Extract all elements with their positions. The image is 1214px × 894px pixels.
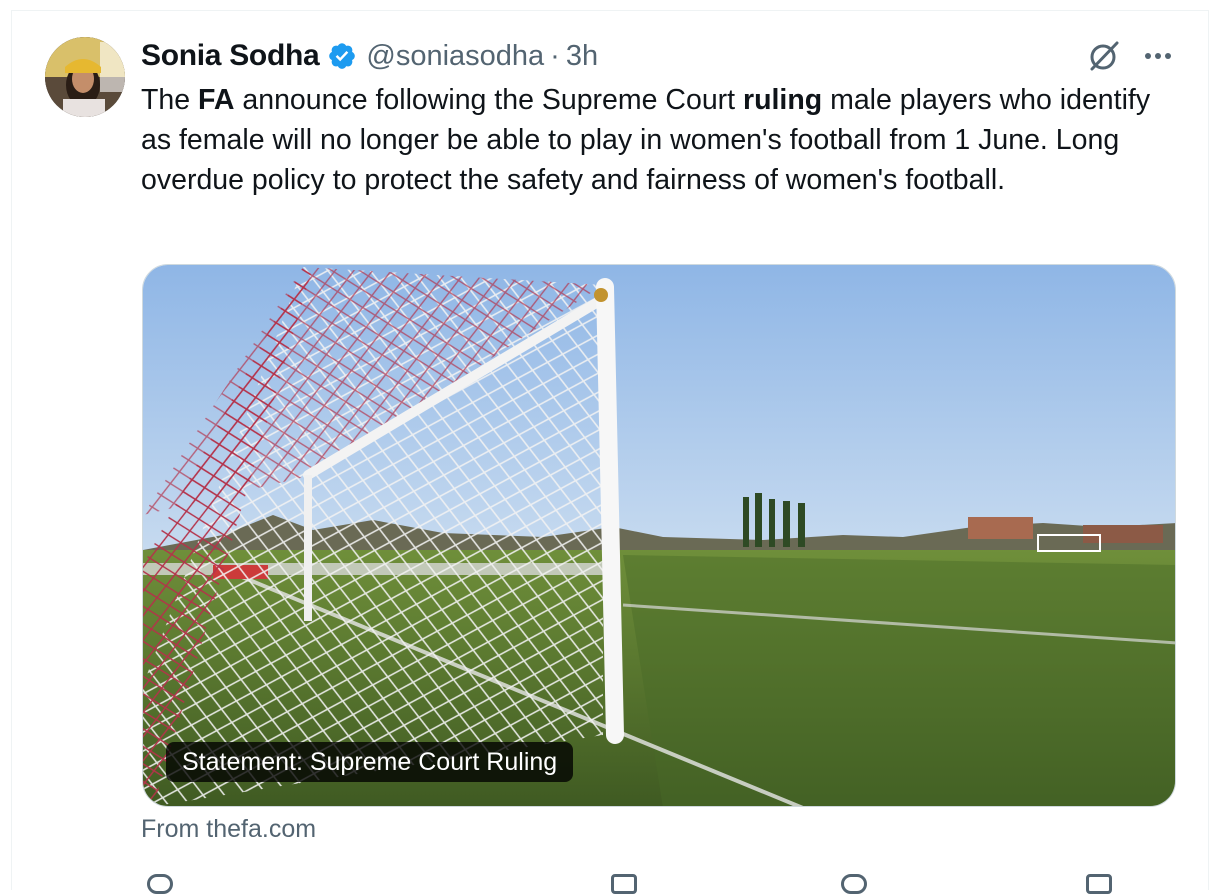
author-handle[interactable]: @soniasodha [366,40,544,73]
post-text-part: announce following the Supreme Court [234,84,744,116]
link-card-image[interactable] [142,264,1176,807]
like-icon[interactable] [841,874,867,894]
football-goal-photo [143,265,1175,806]
author-avatar[interactable] [45,37,125,117]
card-source[interactable]: From thefa.com [141,815,316,844]
post-text-bold-ruling: ruling [743,84,823,116]
bookmark-icon[interactable] [1086,874,1112,894]
action-bar [141,868,1181,894]
avatar-image [45,37,125,117]
grok-icon[interactable] [1086,38,1122,74]
separator-dot: · [550,39,560,72]
verified-badge-icon[interactable] [327,41,357,71]
post-time[interactable]: 3h [566,40,598,73]
repost-icon[interactable] [611,874,637,894]
card-caption: Statement: Supreme Court Ruling [166,742,574,782]
post-text-bold-fa: FA [198,84,235,116]
post-header: Sonia Sodha @soniasodha · 3h [141,36,598,76]
more-options-icon[interactable] [1141,40,1175,72]
reply-icon[interactable] [147,874,173,894]
author-name[interactable]: Sonia Sodha [141,39,320,73]
post-text: The FA announce following the Supreme Co… [141,80,1171,200]
post-text-part: The [141,84,199,116]
